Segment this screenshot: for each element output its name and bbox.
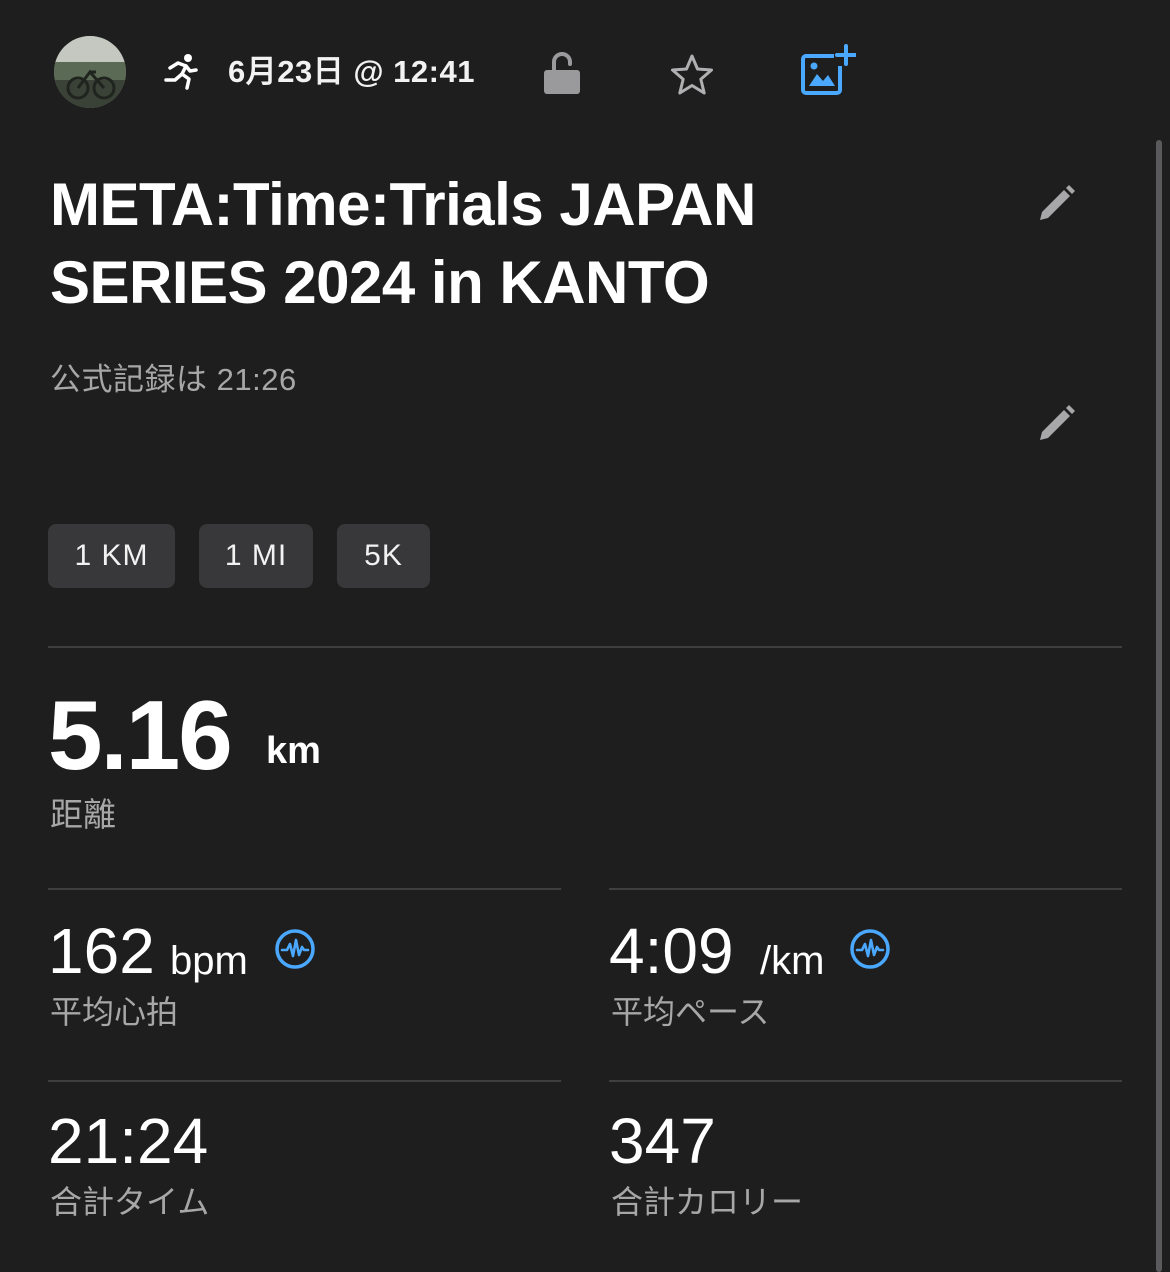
running-icon [160,52,200,92]
activity-title: META:Time:Trials JAPAN SERIES 2024 in KA… [50,166,950,322]
distance-unit: km [266,730,321,772]
avatar[interactable] [54,36,126,108]
heart-rate-unit: bpm [170,939,248,983]
pace-value: 4:09 [609,915,734,987]
pace-pulse-icon[interactable] [849,928,891,970]
activity-header: 6月23日 @ 12:41 [0,0,1170,140]
activity-title-line2: SERIES 2024 in KANTO [50,249,710,316]
scrollbar[interactable] [1156,140,1162,1272]
activity-description: 公式記録は 21:26 [50,362,297,397]
unlock-icon[interactable] [540,50,584,96]
activity-date: 6月23日 @ 12:41 [228,54,475,89]
activity-title-line1: META:Time:Trials JAPAN [50,171,756,238]
heart-rate-label: 平均心拍 [50,994,179,1030]
divider [609,1080,1122,1082]
chip-1-km[interactable]: 1 KM [48,524,175,588]
chip-5k[interactable]: 5K [337,524,430,588]
pace-unit: /km [760,939,825,983]
divider [48,1080,561,1082]
star-icon[interactable] [668,52,716,98]
distance-value: 5.16 [48,680,233,790]
heart-rate-value: 162 [48,915,155,987]
divider [48,888,561,890]
pace-label: 平均ペース [611,994,770,1030]
edit-description-pencil-icon[interactable] [1034,402,1078,446]
edit-title-pencil-icon[interactable] [1034,182,1078,226]
heart-rate-pulse-icon[interactable] [274,928,316,970]
chip-1-mi[interactable]: 1 MI [199,524,313,588]
calories-label: 合計カロリー [611,1184,804,1220]
total-time-label: 合計タイム [50,1184,210,1220]
calories-value: 347 [609,1105,716,1177]
divider [48,646,1122,648]
distance-label: 距離 [50,796,116,833]
divider [609,888,1122,890]
total-time-value: 21:24 [48,1105,209,1177]
add-photo-icon[interactable] [800,44,857,96]
activity-detail-page: 6月23日 @ 12:41 META:Time:Trials JAPAN SER… [0,0,1170,1272]
